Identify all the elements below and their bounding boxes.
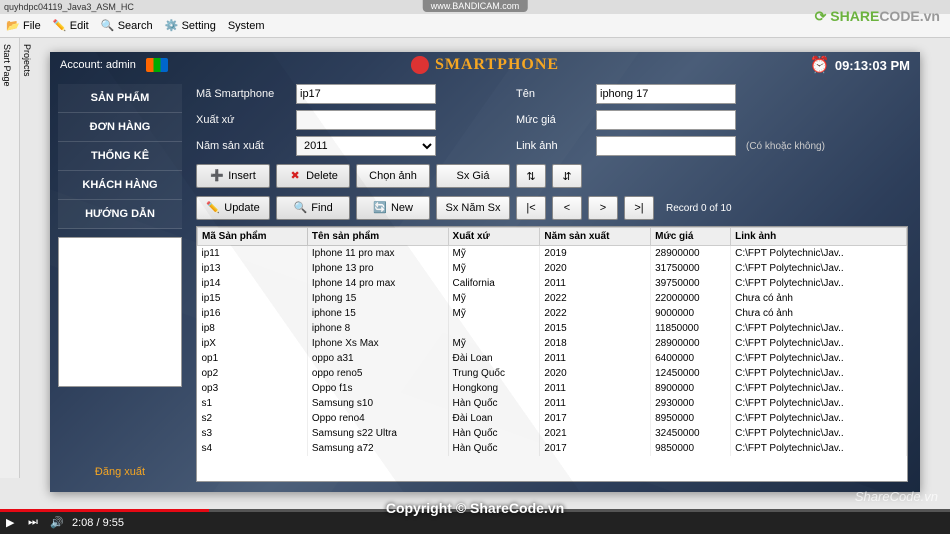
file-menu[interactable]: 📂File [6, 19, 41, 33]
table-row[interactable]: op1oppo a31Đài Loan20116400000C:\FPT Pol… [198, 351, 907, 366]
tab-startpage[interactable]: Start Page [2, 44, 12, 472]
fpt-logo-icon [146, 58, 168, 72]
image-preview [58, 237, 182, 387]
plus-icon: ➕ [210, 169, 224, 183]
tab-projects[interactable]: Projects [22, 44, 32, 472]
table-row[interactable]: s2Oppo reno4Đài Loan20178950000C:\FPT Po… [198, 411, 907, 426]
form-grid: Mã Smartphone Tên Xuất xứ Mức giá Năm sả… [196, 84, 908, 156]
search-icon: 🔍 [101, 19, 115, 33]
table-row[interactable]: op3Oppo f1sHongkong20118900000C:\FPT Pol… [198, 381, 907, 396]
record-counter: Record 0 of 10 [666, 203, 732, 214]
table-row[interactable]: ip11Iphone 11 pro maxMỹ201928900000C:\FP… [198, 246, 907, 262]
table-row[interactable]: s4Samsung a72Hàn Quốc20179850000C:\FPT P… [198, 441, 907, 456]
data-table[interactable]: Mã Sản phẩmTên sản phẩmXuất xứNăm sản xu… [196, 226, 908, 482]
insert-button[interactable]: ➕Insert [196, 164, 270, 188]
copyright-overlay: Copyright © ShareCode.vn [386, 500, 564, 516]
first-button[interactable]: |< [516, 196, 546, 220]
next-icon[interactable]: ⏭ [28, 516, 42, 530]
ide-toolbar: 📂File ✏️Edit 🔍Search ⚙️Setting System [0, 14, 950, 38]
col-header[interactable]: Mã Sản phẩm [198, 228, 308, 246]
bandicam-watermark: www.BANDICAM.com [423, 0, 528, 12]
input-img[interactable] [596, 136, 736, 156]
ide-left-tabs: Start Page Projects [0, 38, 20, 478]
system-menu[interactable]: System [228, 20, 265, 32]
table-row[interactable]: ip15Iphong 15Mỹ202222000000Chưa có ảnh [198, 291, 907, 306]
sharecode-watermark: ⟳ SHARECODE.vn [815, 8, 940, 25]
img-hint: (Có khoặc không) [746, 141, 908, 152]
table-row[interactable]: ip14Iphone 14 pro maxCalifornia201139750… [198, 276, 907, 291]
clock-time: 09:13:03 PM [835, 58, 910, 73]
sidebar-item-2[interactable]: THỐNG KÊ [58, 142, 182, 171]
sidebar-item-4[interactable]: HƯỚNG DẪN [58, 200, 182, 229]
search-menu[interactable]: 🔍Search [101, 19, 153, 33]
col-header[interactable]: Xuất xứ [448, 228, 540, 246]
sort-price-button[interactable]: Sx Giá [436, 164, 510, 188]
sharecode-watermark-2: ShareCode.vn [855, 489, 938, 504]
logout-button[interactable]: Đăng xuất [58, 462, 182, 482]
col-header[interactable]: Link ảnh [731, 228, 907, 246]
alarm-icon: ⏰ [810, 55, 830, 75]
sidebar-item-0[interactable]: SẢN PHẨM [58, 84, 182, 113]
sidebar-item-3[interactable]: KHÁCH HÀNG [58, 171, 182, 200]
pencil-icon: ✏️ [206, 201, 220, 215]
input-name[interactable] [596, 84, 736, 104]
app-window: Account: admin SMARTPHONE ⏰ 09:13:03 PM … [50, 52, 920, 492]
edit-menu[interactable]: ✏️Edit [53, 19, 89, 33]
account-label: Account: admin [60, 59, 136, 71]
new-icon: 🔄 [373, 201, 387, 215]
app-title: SMARTPHONE [435, 56, 559, 74]
app-logo-icon [411, 56, 429, 74]
gear-icon: ⚙️ [165, 19, 179, 33]
table-row[interactable]: s1Samsung s10Hàn Quốc20112930000C:\FPT P… [198, 396, 907, 411]
label-id: Mã Smartphone [196, 88, 286, 100]
col-header[interactable]: Mức giá [651, 228, 731, 246]
table-row[interactable]: op2oppo reno5Trung Quốc202012450000C:\FP… [198, 366, 907, 381]
new-button[interactable]: 🔄New [356, 196, 430, 220]
select-year[interactable]: 2011 [296, 136, 436, 156]
search-icon: 🔍 [293, 201, 307, 215]
label-img: Link ảnh [516, 140, 586, 152]
label-origin: Xuất xứ [196, 114, 286, 126]
x-icon: ✖ [288, 169, 302, 183]
input-id[interactable] [296, 84, 436, 104]
next-button[interactable]: > [588, 196, 618, 220]
delete-button[interactable]: ✖Delete [276, 164, 350, 188]
col-header[interactable]: Tên sản phẩm [307, 228, 448, 246]
label-name: Tên [516, 88, 586, 100]
table-row[interactable]: ip13Iphone 13 proMỹ202031750000C:\FPT Po… [198, 261, 907, 276]
table-row[interactable]: ipXIphone Xs MaxMỹ201828900000C:\FPT Pol… [198, 336, 907, 351]
ide-title: quyhdpc04119_Java3_ASM_HC [4, 2, 134, 12]
update-button[interactable]: ✏️Update [196, 196, 270, 220]
input-price[interactable] [596, 110, 736, 130]
sidebar-item-1[interactable]: ĐƠN HÀNG [58, 113, 182, 142]
prev-button[interactable]: < [552, 196, 582, 220]
volume-icon[interactable]: 🔊 [50, 516, 64, 530]
share-icon: ⟳ [815, 8, 827, 24]
sort-desc-button[interactable]: ⇵ [552, 164, 582, 188]
sort-asc-button[interactable]: ⇅ [516, 164, 546, 188]
play-icon[interactable]: ▶ [6, 516, 20, 530]
setting-menu[interactable]: ⚙️Setting [165, 19, 216, 33]
col-header[interactable]: Năm sản xuất [540, 228, 651, 246]
input-origin[interactable] [296, 110, 436, 130]
find-button[interactable]: 🔍Find [276, 196, 350, 220]
table-row[interactable]: s3Samsung s22 UltraHàn Quốc202132450000C… [198, 426, 907, 441]
table-row[interactable]: ip8iphone 8201511850000C:\FPT Polytechni… [198, 321, 907, 336]
label-year: Năm sản xuất [196, 140, 286, 152]
sort-year-button[interactable]: Sx Năm Sx [436, 196, 510, 220]
last-button[interactable]: >| [624, 196, 654, 220]
folder-icon: 📂 [6, 19, 20, 33]
video-time: 2:08 / 9:55 [72, 517, 124, 529]
pencil-icon: ✏️ [53, 19, 67, 33]
sidebar: SẢN PHẨMĐƠN HÀNGTHỐNG KÊKHÁCH HÀNGHƯỚNG … [50, 78, 190, 488]
table-row[interactable]: ip16iphone 15Mỹ20229000000Chưa có ảnh [198, 306, 907, 321]
label-price: Mức giá [516, 114, 586, 126]
choose-image-button[interactable]: Chọn ảnh [356, 164, 430, 188]
